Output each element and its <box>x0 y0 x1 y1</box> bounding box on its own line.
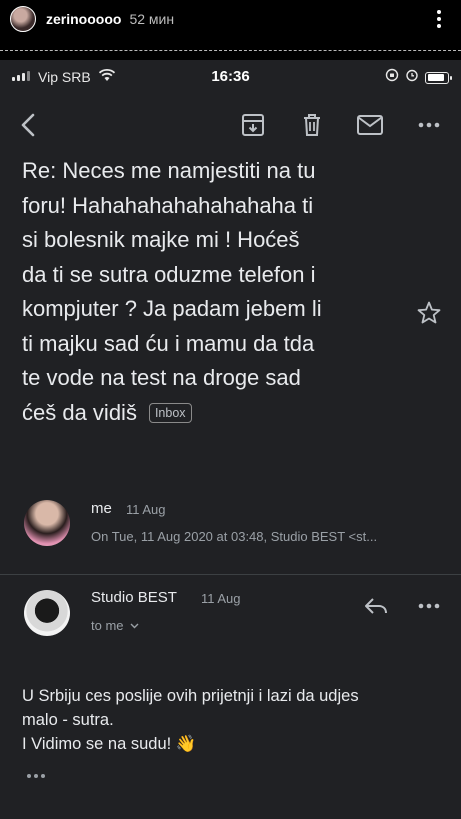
body-line: malo - sutra. <box>22 711 114 729</box>
subject-line: te vode na test na droge sad <box>22 365 301 390</box>
recipient-details-toggle[interactable]: to me <box>91 617 139 633</box>
body-line: U Srbiju ces poslije ovih prijetnji i la… <box>22 687 359 705</box>
chevron-down-icon <box>130 617 139 632</box>
story-time-ago: 52 мин <box>129 11 175 27</box>
subject-line: ćeš da vidiš <box>22 399 137 425</box>
thread-divider <box>0 574 461 575</box>
mark-unread-icon[interactable] <box>355 110 385 140</box>
delete-icon[interactable] <box>297 110 327 140</box>
battery-icon <box>425 71 452 84</box>
body-line: I Vidimo se na sudu! 👋 <box>22 735 197 753</box>
show-trimmed-content-icon[interactable] <box>22 769 50 783</box>
gmail-screen: Vip SRB 16:36 Re: Neces me namjestiti na… <box>0 60 461 819</box>
sender-name: me <box>91 500 112 517</box>
subject-line: da ti se sutra oduzme telefon i <box>22 261 316 287</box>
subject-line: ti majku sad ću i mamu da tda <box>22 330 315 356</box>
archive-icon[interactable] <box>238 110 268 140</box>
message-more-icon[interactable] <box>414 591 444 621</box>
inbox-label-badge[interactable]: Inbox <box>148 402 192 423</box>
email-toolbar <box>0 100 461 150</box>
subject-line: si bolesnik majke mi ! Hoćeš <box>22 227 300 252</box>
message-snippet: On Tue, 11 Aug 2020 at 03:48, Studio BES… <box>91 529 378 544</box>
recipient-label: to me <box>91 618 124 633</box>
sender-name: Studio BEST <box>91 589 177 606</box>
back-arrow-icon[interactable] <box>14 110 44 140</box>
subject-line: kompjuter ? Ja padam jebem li <box>22 296 322 321</box>
message-date: 11 Aug <box>126 502 166 517</box>
alarm-icon <box>405 68 419 87</box>
subject-line: Re: Neces me namjestiti na tu <box>22 158 316 183</box>
star-icon[interactable] <box>416 300 442 326</box>
story-more-icon[interactable] <box>429 9 449 29</box>
story-header: zerinooooo 52 мин <box>0 0 461 38</box>
orientation-lock-icon <box>385 68 399 87</box>
avatar-studio-best <box>24 590 70 636</box>
story-progress-divider <box>0 50 461 51</box>
email-subject: Re: Neces me namjestiti na tu foru! Haha… <box>22 154 402 430</box>
message-body: U Srbiju ces poslije ovih prijetnji i la… <box>22 684 452 756</box>
story-username[interactable]: zerinooooo <box>46 11 121 27</box>
status-bar: Vip SRB 16:36 <box>0 60 461 94</box>
story-avatar[interactable] <box>10 6 36 32</box>
more-options-icon[interactable] <box>414 110 444 140</box>
reply-icon[interactable] <box>361 591 391 621</box>
battery-level-fill <box>427 74 444 81</box>
message-date: 11 Aug <box>201 591 241 606</box>
subject-line: foru! Hahahahahahahahaha ti <box>22 192 314 218</box>
avatar-me <box>24 500 70 546</box>
